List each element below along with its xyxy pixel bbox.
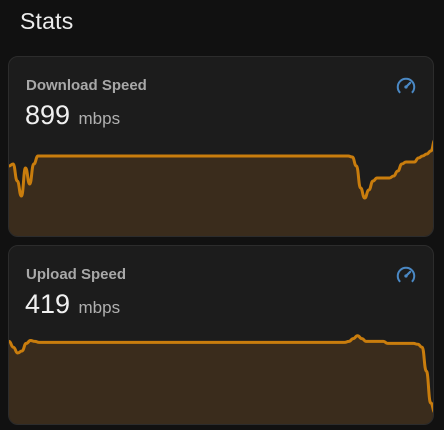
upload-speed-graph [9, 334, 433, 424]
speed-value: 899 [25, 100, 71, 130]
card-value-row: 899 mbps [25, 100, 120, 131]
stats-page: Stats Download Speed 899 mbps Upload Spe… [0, 0, 444, 430]
graph-fill [9, 335, 433, 424]
section-title: Stats [20, 8, 74, 34]
card-title: Upload Speed [26, 266, 127, 283]
speedometer-icon [395, 76, 417, 98]
download-speed-graph [9, 139, 433, 236]
card-title: Download Speed [26, 77, 147, 94]
card-value-row: 419 mbps [25, 289, 120, 320]
download-speed-card[interactable]: Download Speed 899 mbps [8, 56, 434, 237]
speedometer-icon [395, 265, 417, 287]
speed-value: 419 [25, 289, 71, 319]
speed-unit: mbps [78, 109, 121, 128]
speed-unit: mbps [78, 298, 121, 317]
upload-speed-card[interactable]: Upload Speed 419 mbps [8, 245, 434, 425]
